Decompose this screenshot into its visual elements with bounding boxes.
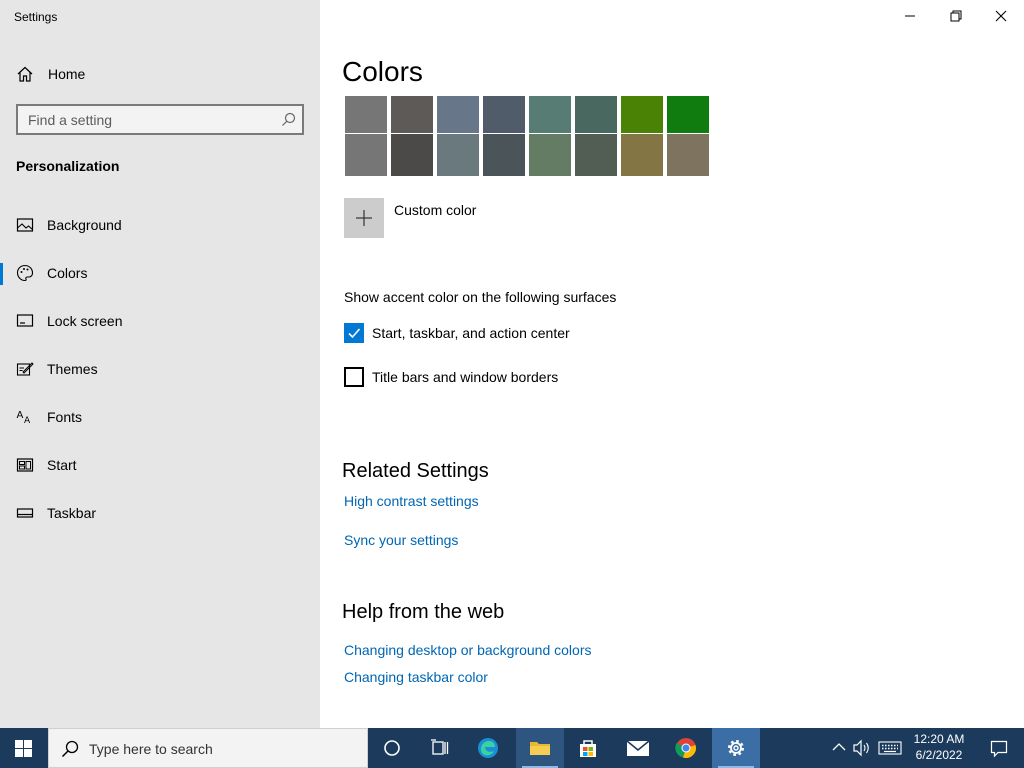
checkbox-title-bars-label[interactable]: Title bars and window borders: [372, 369, 558, 385]
section-title: Personalization: [16, 158, 120, 174]
checkbox-start-taskbar[interactable]: [344, 323, 364, 343]
clock-date: 6/2/2022: [915, 748, 963, 762]
color-swatch[interactable]: [436, 133, 480, 177]
restore-button[interactable]: [933, 0, 979, 32]
store-button[interactable]: [564, 728, 612, 768]
windows-logo-icon: [15, 740, 32, 757]
keyboard-icon[interactable]: [878, 740, 902, 756]
checkmark-icon: [348, 328, 361, 339]
page-title: Colors: [342, 56, 423, 87]
home-icon: [17, 66, 33, 82]
find-setting-search[interactable]: [16, 104, 304, 135]
sidebar-home[interactable]: Home: [0, 58, 320, 88]
sidebar-item-label: Lock screen: [47, 313, 123, 329]
cortana-button[interactable]: [368, 728, 416, 768]
color-swatch[interactable]: [344, 133, 388, 177]
settings-taskbar-button[interactable]: [712, 728, 760, 768]
checkbox-title-bars[interactable]: [344, 367, 364, 387]
link-high-contrast[interactable]: High contrast settings: [344, 493, 479, 509]
sidebar-home-label: Home: [48, 66, 86, 82]
action-center-button[interactable]: [974, 728, 1024, 768]
clock-time: 12:20 AM: [913, 732, 965, 746]
mail-button[interactable]: [614, 728, 662, 768]
color-swatch[interactable]: [482, 133, 526, 177]
svg-text:A: A: [24, 416, 31, 426]
minimize-button[interactable]: [887, 0, 933, 32]
taskbar-icon: [16, 508, 34, 518]
accent-surfaces-label: Show accent color on the following surfa…: [344, 289, 617, 305]
chevron-up-icon[interactable]: [832, 742, 846, 752]
close-button[interactable]: [978, 0, 1024, 32]
sidebar-item-taskbar[interactable]: Taskbar: [0, 493, 320, 533]
folder-icon: [530, 742, 550, 755]
find-setting-input[interactable]: [18, 106, 268, 133]
volume-icon[interactable]: [852, 739, 872, 757]
link-desktop-colors[interactable]: Changing desktop or background colors: [344, 642, 592, 658]
sidebar-item-label: Fonts: [47, 409, 83, 425]
sidebar: Settings Home Personalization Background…: [0, 0, 320, 728]
color-swatch[interactable]: [666, 133, 710, 177]
color-swatch[interactable]: [528, 133, 572, 177]
help-heading: Help from the web: [342, 601, 505, 623]
restore-icon: [950, 10, 962, 22]
custom-color-button[interactable]: [344, 198, 384, 238]
related-settings-heading: Related Settings: [342, 460, 489, 482]
app-title: Settings: [14, 10, 58, 24]
start-button[interactable]: [0, 728, 48, 768]
plus-icon: [356, 210, 372, 226]
sidebar-item-label: Themes: [47, 361, 98, 377]
file-explorer-button[interactable]: [516, 728, 564, 768]
sidebar-item-label: Taskbar: [47, 505, 97, 521]
lock-screen-icon: [16, 314, 34, 327]
mail-icon: [626, 740, 650, 756]
taskbar-clock[interactable]: 12:20 AM 6/2/2022: [906, 731, 972, 763]
color-swatch[interactable]: [574, 133, 618, 177]
task-view-button[interactable]: [416, 728, 464, 768]
start-icon: [16, 458, 34, 472]
edge-button[interactable]: [464, 728, 512, 768]
taskbar: Type here to search 12:20 AM 6/2/2022: [0, 728, 1024, 768]
color-swatch[interactable]: [620, 133, 664, 177]
palette-icon: [16, 264, 34, 282]
color-swatch-grid: [342, 94, 712, 180]
search-icon: [282, 112, 296, 126]
themes-icon: [16, 362, 34, 376]
minimize-icon: [905, 15, 915, 17]
checkbox-start-taskbar-label[interactable]: Start, taskbar, and action center: [372, 325, 570, 341]
sidebar-item-label: Start: [47, 457, 77, 473]
store-icon: [580, 740, 596, 757]
custom-color-label[interactable]: Custom color: [394, 202, 476, 218]
sidebar-item-themes[interactable]: Themes: [0, 349, 320, 389]
selected-indicator: [0, 263, 3, 285]
link-sync-settings[interactable]: Sync your settings: [344, 532, 458, 548]
sidebar-item-label: Background: [47, 217, 122, 233]
taskbar-search-placeholder: Type here to search: [89, 741, 213, 757]
close-icon: [995, 10, 1007, 22]
sidebar-item-start[interactable]: Start: [0, 445, 320, 485]
sidebar-item-fonts[interactable]: A A Fonts: [0, 397, 320, 437]
fonts-icon: A A: [17, 410, 32, 426]
sidebar-item-lock-screen[interactable]: Lock screen: [0, 301, 320, 341]
sidebar-item-label: Colors: [47, 265, 88, 281]
edge-icon: [478, 738, 498, 758]
image-icon: [16, 218, 34, 232]
gear-icon: [728, 740, 744, 756]
notification-icon: [990, 740, 1008, 758]
sidebar-item-background[interactable]: Background: [0, 205, 320, 245]
link-taskbar-color[interactable]: Changing taskbar color: [344, 669, 488, 685]
sidebar-item-colors[interactable]: Colors: [0, 253, 320, 293]
color-swatch[interactable]: [390, 133, 434, 177]
system-tray: [828, 728, 904, 768]
chrome-icon: [675, 738, 696, 758]
svg-text:A: A: [17, 410, 24, 421]
task-view-icon: [431, 739, 449, 755]
search-icon: [61, 740, 79, 758]
taskbar-search[interactable]: Type here to search: [48, 728, 368, 768]
cortana-icon: [384, 740, 400, 756]
chrome-button[interactable]: [662, 728, 710, 768]
